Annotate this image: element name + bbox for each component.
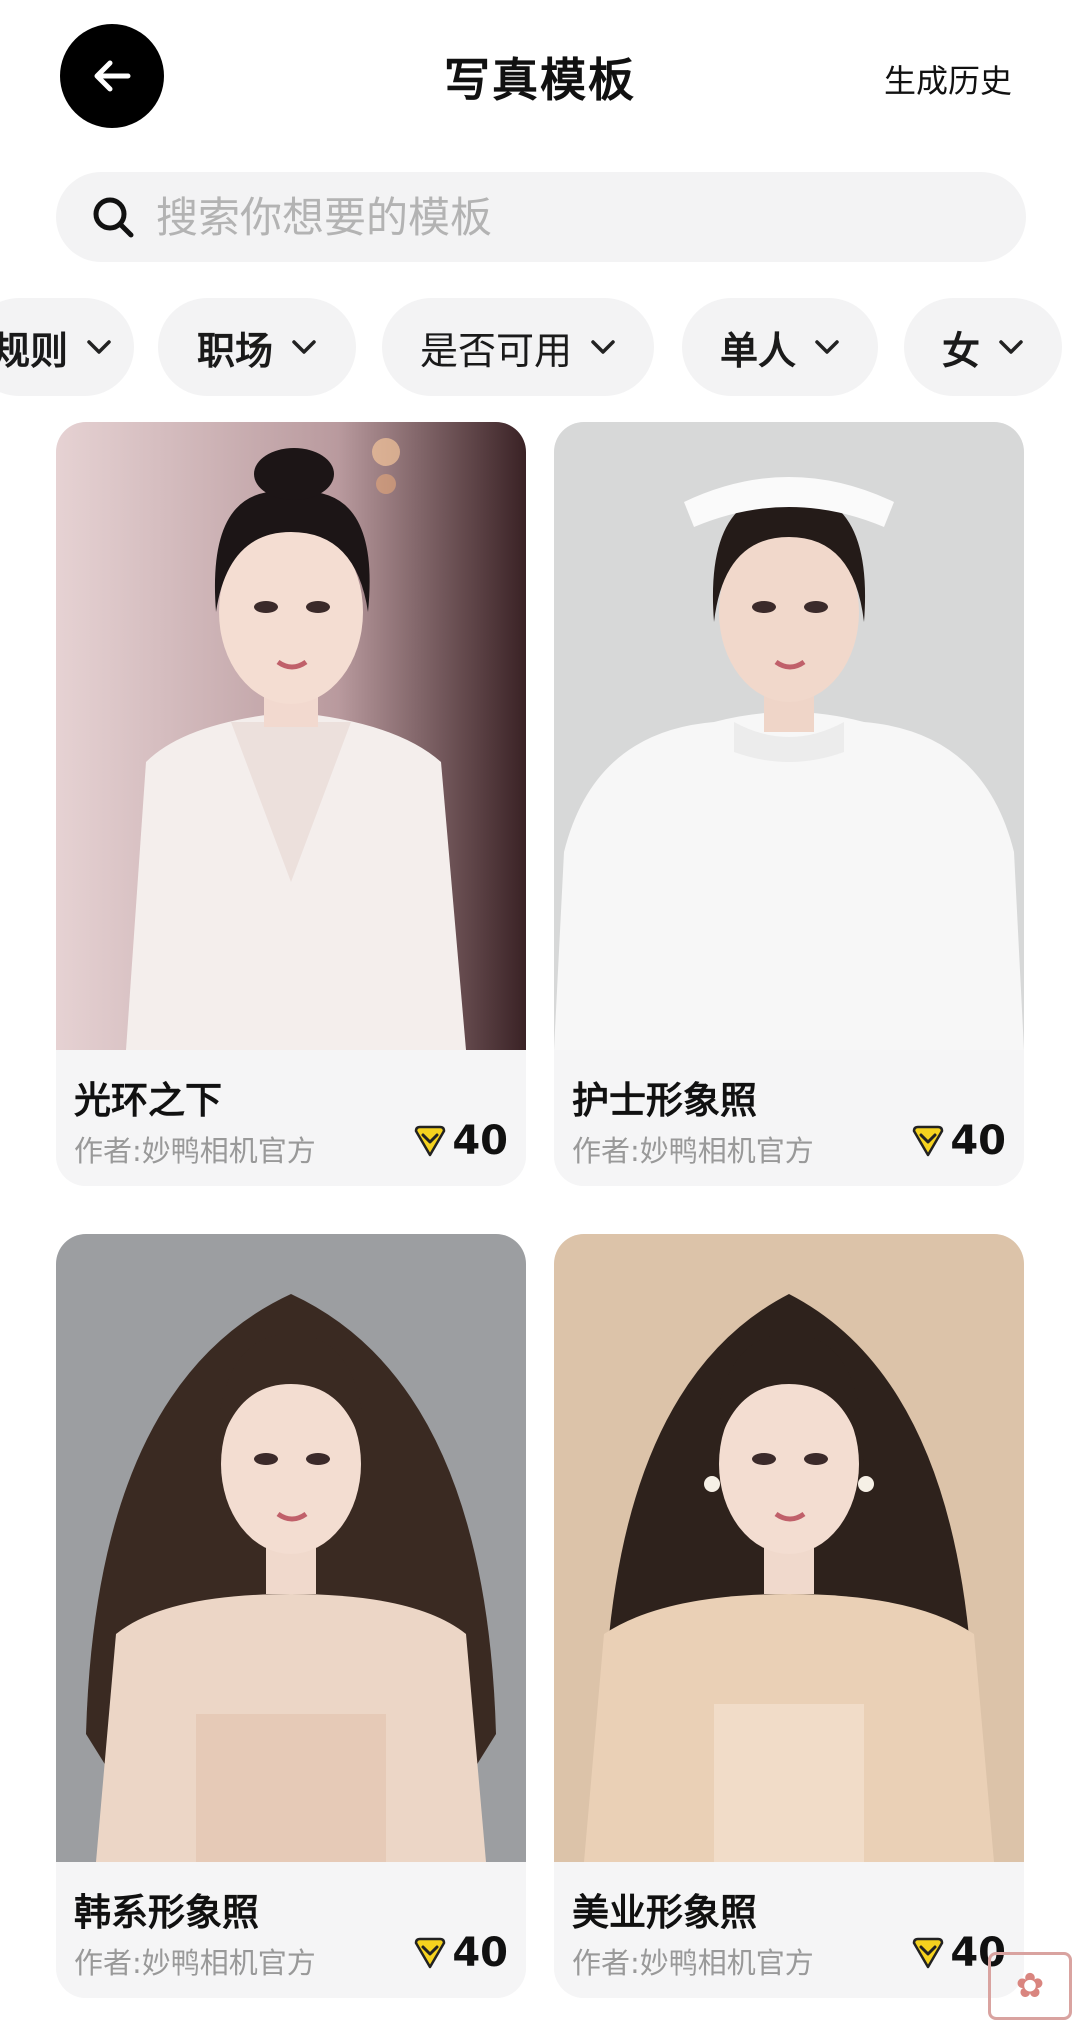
yellow-heart-coin-icon <box>913 1937 944 1969</box>
template-card[interactable]: 护士形象照 作者:妙鸭相机官方 40 <box>554 422 1024 1186</box>
template-card[interactable]: 韩系形象照 作者:妙鸭相机官方 40 <box>56 1234 526 1998</box>
template-price: 40 <box>910 1118 1006 1164</box>
price-value: 40 <box>950 1118 1006 1164</box>
chevron-down-icon <box>292 340 316 354</box>
template-info: 美业形象照 作者:妙鸭相机官方 40 <box>554 1862 1024 1998</box>
template-author: 作者:妙鸭相机官方 <box>74 1134 316 1168</box>
template-price: 40 <box>412 1930 508 1976</box>
watermark-stamp: ✿ <box>988 1952 1072 2020</box>
yellow-heart-coin-icon <box>913 1125 944 1157</box>
filter-chip-single[interactable]: 单人 <box>682 298 878 396</box>
yellow-heart-coin-icon <box>415 1125 446 1157</box>
template-photo <box>554 1234 1024 1862</box>
template-info: 光环之下 作者:妙鸭相机官方 40 <box>56 1050 526 1186</box>
template-name: 美业形象照 <box>572 1891 757 1934</box>
template-gallery-page: 写真模板 生成历史 规则 职场 是否可用 单人 女 <box>0 0 1080 2028</box>
price-value: 40 <box>452 1118 508 1164</box>
generation-history-link[interactable]: 生成历史 <box>884 56 1012 102</box>
template-author: 作者:妙鸭相机官方 <box>74 1946 316 1980</box>
filter-chip-workplace[interactable]: 职场 <box>158 298 356 396</box>
filter-chip-rule[interactable]: 规则 <box>0 298 134 396</box>
template-name: 韩系形象照 <box>74 1891 259 1934</box>
template-photo <box>554 422 1024 1050</box>
filter-chip-label: 单人 <box>719 328 796 373</box>
chevron-down-icon <box>999 340 1023 354</box>
template-author: 作者:妙鸭相机官方 <box>572 1946 814 1980</box>
template-name: 光环之下 <box>74 1079 222 1122</box>
filter-chip-label: 女 <box>941 328 980 373</box>
chevron-down-icon <box>87 340 111 354</box>
template-price: 40 <box>412 1118 508 1164</box>
template-info: 护士形象照 作者:妙鸭相机官方 40 <box>554 1050 1024 1186</box>
template-info: 韩系形象照 作者:妙鸭相机官方 40 <box>56 1862 526 1998</box>
template-card[interactable]: 美业形象照 作者:妙鸭相机官方 40 <box>554 1234 1024 1998</box>
search-input[interactable] <box>154 191 978 243</box>
search-bar[interactable] <box>56 172 1026 262</box>
template-photo <box>56 1234 526 1862</box>
template-card[interactable]: 光环之下 作者:妙鸭相机官方 40 <box>56 422 526 1186</box>
template-photo <box>56 422 526 1050</box>
search-icon <box>93 197 134 238</box>
filter-chip-female[interactable]: 女 <box>904 298 1062 396</box>
template-name: 护士形象照 <box>572 1079 757 1122</box>
template-author: 作者:妙鸭相机官方 <box>572 1134 814 1168</box>
price-value: 40 <box>452 1930 508 1976</box>
yellow-heart-coin-icon <box>415 1937 446 1969</box>
chevron-down-icon <box>815 340 839 354</box>
filter-chip-availability[interactable]: 是否可用 <box>382 298 654 396</box>
filter-bar: 规则 职场 是否可用 单人 女 <box>0 298 1080 396</box>
filter-chip-label: 规则 <box>0 328 68 373</box>
filter-chip-label: 是否可用 <box>419 328 572 373</box>
filter-chip-label: 职场 <box>196 328 273 373</box>
chevron-down-icon <box>591 340 615 354</box>
